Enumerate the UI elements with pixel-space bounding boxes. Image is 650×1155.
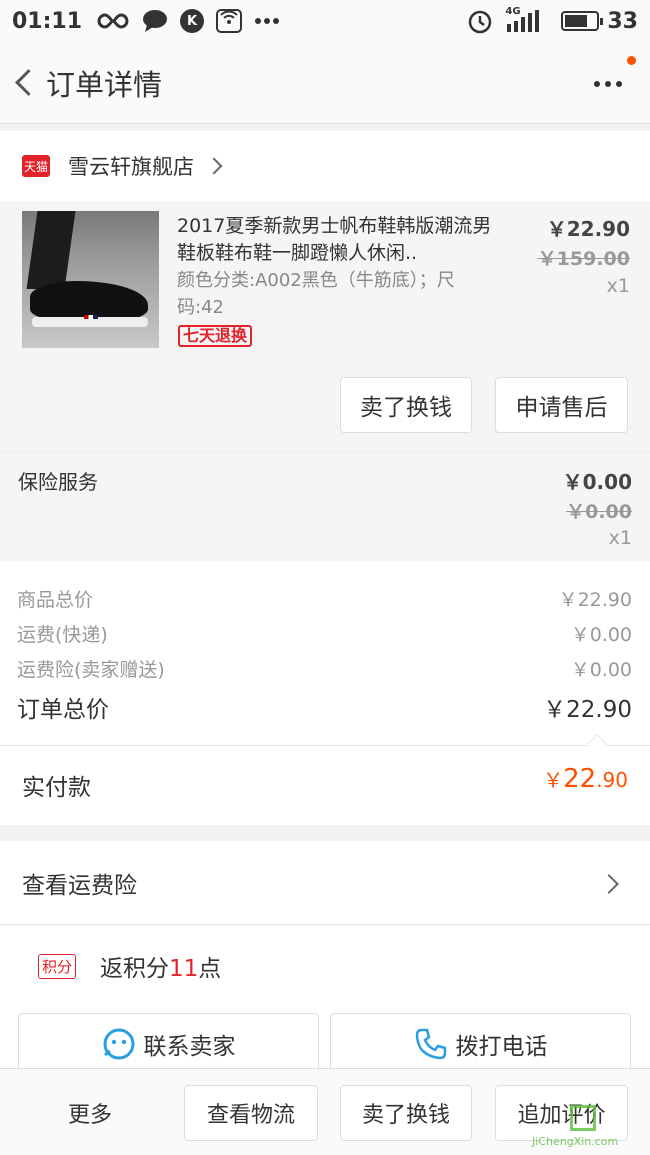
- battery-percent: 33: [607, 8, 638, 34]
- sell-for-cash-button[interactable]: 卖了换钱: [340, 377, 472, 433]
- nav-bar: 订单详情: [0, 42, 650, 124]
- points-badge: 积分: [38, 953, 77, 979]
- paid-label: 实付款: [22, 775, 91, 801]
- points-number: 11: [169, 956, 199, 982]
- watermark-text: JiChengXin.com: [532, 1135, 619, 1148]
- paid-amount: ￥22.90: [543, 764, 628, 794]
- paid-currency: ￥: [543, 768, 564, 792]
- price-summary: 商品总价 ￥22.90 运费(快递) ￥0.00 运费险(卖家赠送) ￥0.00…: [0, 561, 650, 745]
- paid-integer: 22: [563, 764, 597, 794]
- back-arrow-icon[interactable]: [2, 42, 46, 124]
- product-image-stripe: [84, 315, 98, 319]
- page-title: 订单详情: [46, 67, 163, 102]
- view-freight-insurance[interactable]: 查看运费险: [0, 841, 650, 925]
- product-spec: 颜色分类:A002黑色（牛筋底）；尺码:42: [177, 270, 455, 318]
- chevron-right-icon: [205, 157, 223, 175]
- dot-icon: [594, 81, 600, 87]
- product-original-price: ￥159.00: [537, 248, 630, 270]
- overflow-dots-icon: [254, 17, 280, 25]
- summary-label: 运费(快递): [17, 624, 108, 646]
- call-phone-label: 拨打电话: [455, 1034, 548, 1060]
- summary-label: 运费险(卖家赠送): [17, 659, 165, 681]
- phone-icon: [415, 1028, 446, 1060]
- tmall-logo-icon: 天猫: [22, 155, 50, 177]
- points-text: 返积分11点: [100, 949, 221, 983]
- status-right: 4G 33: [467, 6, 638, 34]
- dot-icon: [605, 81, 611, 87]
- points-suffix: 点: [198, 956, 222, 982]
- contact-row: 联系卖家 拨打电话: [0, 1006, 650, 1075]
- summary-row-total: 订单总价 ￥22.90: [17, 690, 632, 724]
- wifi-hotspot-icon: [216, 9, 243, 33]
- summary-value: ￥22.90: [558, 589, 632, 611]
- summary-row-shipping-insurance: 运费险(卖家赠送) ￥0.00: [17, 655, 632, 682]
- notification-dot: [627, 56, 636, 65]
- insurance-label: 保险服务: [18, 470, 98, 494]
- watermark-logo: JiChengXin.com: [530, 1099, 646, 1151]
- shop-name[interactable]: 雪云轩旗舰店: [68, 151, 194, 181]
- more-options-button[interactable]: [588, 64, 628, 104]
- summary-value: ￥0.00: [570, 624, 632, 646]
- message-icon: [142, 9, 168, 33]
- status-time: 01:11: [12, 8, 83, 34]
- freight-insurance-label: 查看运费险: [22, 872, 137, 899]
- product-image-leg: [26, 211, 76, 289]
- product-title[interactable]: 2017夏季新款男士帆布鞋韩版潮流男鞋板鞋布鞋一脚蹬懒人休闲..: [177, 213, 497, 267]
- paid-decimal: .90: [596, 768, 628, 792]
- order-total-label: 订单总价: [17, 697, 109, 723]
- summary-row-goods: 商品总价 ￥22.90: [17, 585, 632, 612]
- insurance-service: 保险服务 ￥0.00 ￥0.00 x1: [0, 454, 650, 561]
- summary-row-shipping: 运费(快递) ￥0.00: [17, 620, 632, 647]
- chevron-right-icon: [599, 874, 619, 894]
- return-policy-badge: 七天退换: [178, 325, 253, 347]
- summary-value: ￥0.00: [570, 659, 632, 681]
- alarm-icon: [467, 8, 493, 34]
- product-price: ￥22.90: [546, 217, 630, 241]
- product-image[interactable]: [22, 211, 159, 348]
- apply-aftersale-button[interactable]: 申请售后: [495, 377, 628, 433]
- insurance-price: ￥0.00: [562, 470, 632, 494]
- points-reward: 积分 返积分11点: [0, 926, 650, 1006]
- points-prefix: 返积分: [100, 956, 170, 982]
- order-total-value: ￥22.90: [543, 697, 632, 723]
- insurance-original-price: ￥0.00: [566, 501, 632, 523]
- contact-seller-label: 联系卖家: [143, 1034, 236, 1060]
- more-actions-button[interactable]: 更多: [68, 1097, 112, 1129]
- product-quantity: x1: [606, 275, 630, 297]
- chat-face-icon: [103, 1028, 134, 1060]
- watermark-mark: [570, 1105, 596, 1131]
- order-item[interactable]: 2017夏季新款男士帆布鞋韩版潮流男鞋板鞋布鞋一脚蹬懒人休闲.. 颜色分类:A0…: [0, 201, 650, 449]
- call-phone-button[interactable]: 拨打电话: [330, 1013, 631, 1075]
- k-app-icon: K: [180, 9, 205, 33]
- insurance-quantity: x1: [608, 527, 632, 549]
- contact-seller-button[interactable]: 联系卖家: [18, 1013, 319, 1075]
- actual-payment: 实付款 ￥22.90: [0, 734, 650, 825]
- sell-for-cash-button[interactable]: 卖了换钱: [340, 1085, 472, 1141]
- summary-label: 商品总价: [17, 589, 94, 611]
- dot-icon: [616, 81, 622, 87]
- shop-row[interactable]: 天猫 雪云轩旗舰店: [0, 131, 650, 201]
- view-logistics-button[interactable]: 查看物流: [184, 1085, 318, 1141]
- battery-fill: [565, 15, 587, 27]
- network-type: 4G: [505, 6, 521, 17]
- battery-icon: [561, 11, 604, 31]
- bottom-action-bar: 更多 查看物流 卖了换钱 追加评价 JiChengXin.com: [0, 1068, 650, 1155]
- status-bar: 01:11 K 4G 33: [0, 0, 650, 42]
- signal-icon: 4G: [505, 6, 540, 32]
- infinity-icon: [96, 12, 130, 30]
